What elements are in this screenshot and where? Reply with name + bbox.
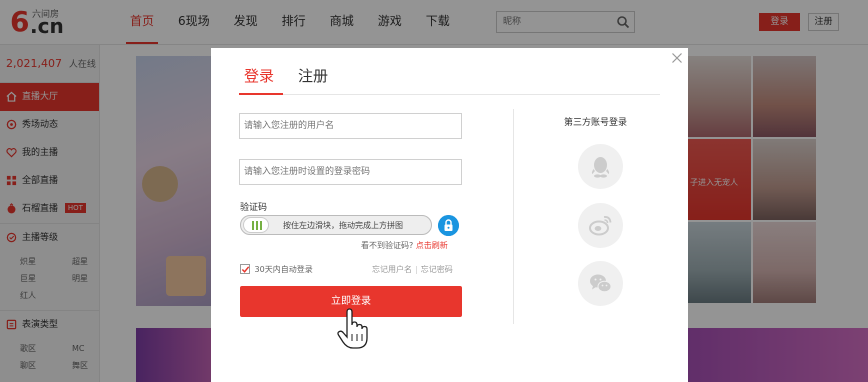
username-input[interactable]	[240, 114, 461, 138]
close-icon[interactable]	[671, 52, 683, 64]
username-field	[239, 113, 462, 139]
hand-cursor-icon	[337, 308, 368, 349]
captcha-slider[interactable]: 按住左边滑块，拖动完成上方拼图	[240, 215, 432, 235]
tab-register[interactable]: 注册	[298, 65, 328, 86]
forgot-links: 忘记用户名 | 忘记密码	[372, 265, 453, 274]
auto-login-label: 30天内自动登录	[254, 265, 313, 274]
captcha-label: 验证码	[240, 203, 268, 213]
vertical-divider	[513, 109, 514, 324]
auto-login-checkbox[interactable]	[240, 264, 250, 274]
tab-login[interactable]: 登录	[244, 65, 274, 86]
slider-handle[interactable]	[243, 217, 269, 233]
wechat-login-button[interactable]	[578, 261, 623, 306]
third-party-title: 第三方账号登录	[564, 118, 628, 128]
auto-login[interactable]: 30天内自动登录	[240, 264, 313, 275]
forgot-username-link[interactable]: 忘记用户名	[372, 265, 412, 274]
password-input[interactable]	[240, 160, 461, 184]
captcha-refresh: 看不到验证码? 点击刷新	[361, 240, 448, 251]
tab-divider	[239, 94, 660, 95]
active-tab-underline	[239, 93, 283, 95]
check-icon	[241, 266, 250, 273]
weibo-icon	[589, 216, 612, 236]
lock-icon	[438, 215, 459, 236]
forgot-password-link[interactable]: 忘记密码	[421, 265, 453, 274]
weibo-login-button[interactable]	[578, 203, 623, 248]
qq-icon	[591, 157, 610, 178]
refresh-question: 看不到验证码?	[361, 241, 414, 250]
wechat-icon	[590, 274, 612, 293]
refresh-link[interactable]: 点击刷新	[416, 241, 448, 250]
login-modal: 登录 注册 验证码 按住左边滑块，拖动完成上方拼图 看不到验证码? 点击刷新 3…	[211, 48, 688, 382]
slider-hint: 按住左边滑块，拖动完成上方拼图	[283, 221, 403, 230]
qq-login-button[interactable]	[578, 144, 623, 189]
password-field	[239, 159, 462, 185]
